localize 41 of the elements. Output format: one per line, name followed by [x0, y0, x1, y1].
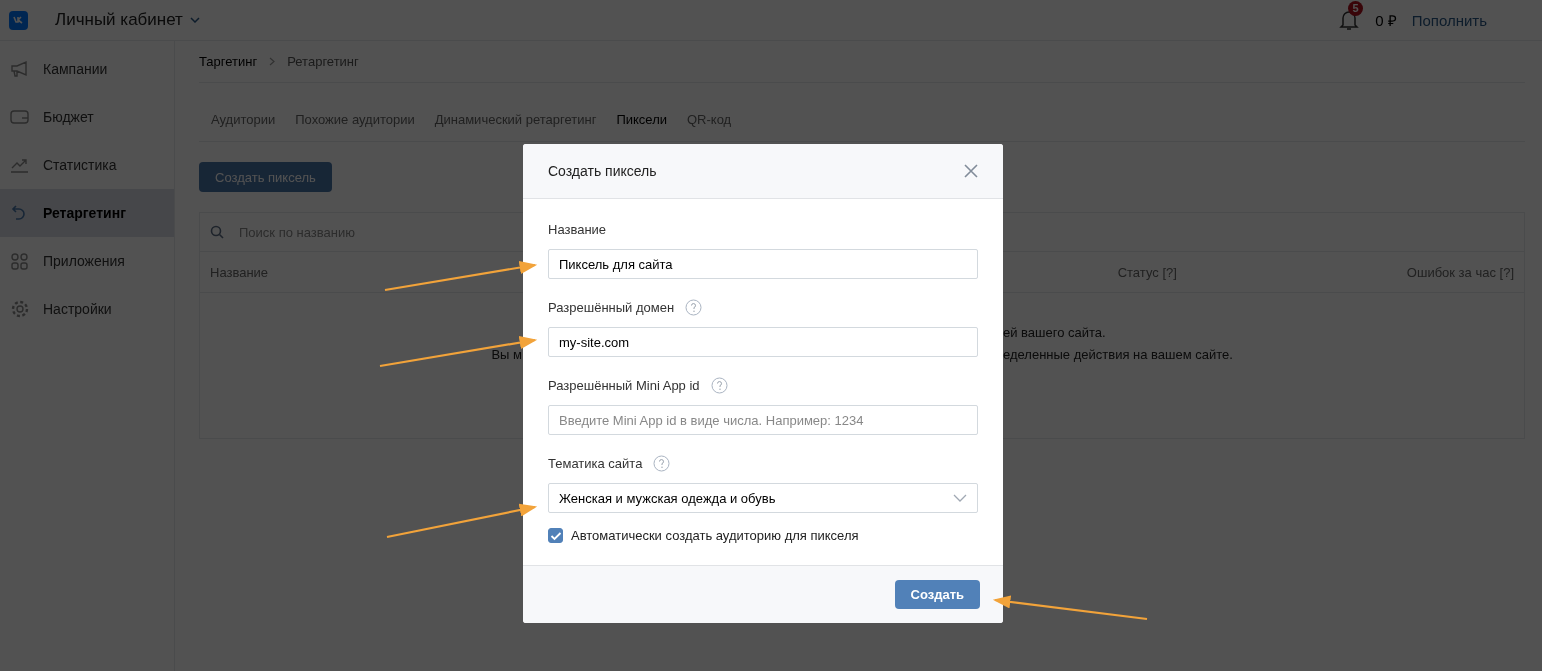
- chevron-down-icon[interactable]: [189, 17, 200, 23]
- chevron-right-icon: [269, 57, 276, 66]
- text-input-field[interactable]: Пиксель для сайта: [548, 249, 978, 279]
- sidebar-item[interactable]: Кампании: [0, 45, 174, 93]
- balance-amount: 0 ₽: [1375, 11, 1397, 30]
- wallet-icon: [10, 109, 30, 125]
- empty-state-text: Вы м: [491, 347, 522, 362]
- help-icon[interactable]: [653, 455, 671, 472]
- sidebar-item[interactable]: Бюджет: [0, 93, 174, 141]
- field-label: Название: [548, 222, 607, 237]
- sidebar-item[interactable]: Приложения: [0, 237, 174, 285]
- submit-button[interactable]: Создать: [894, 580, 980, 609]
- top-up-link[interactable]: Пополнить: [1411, 11, 1487, 29]
- field-label: Разрешённый Mini App id: [548, 378, 700, 393]
- settings-icon: [10, 299, 30, 319]
- empty-state-text: еделенные действия на вашем сайте.: [1003, 347, 1233, 362]
- sidebar-item[interactable]: Настройки: [0, 285, 174, 333]
- sidebar-item[interactable]: Ретаргетинг: [0, 189, 174, 237]
- help-icon[interactable]: [710, 377, 728, 394]
- chart-icon: [10, 157, 30, 173]
- tab[interactable]: Пиксели: [616, 112, 667, 127]
- sidebar-item[interactable]: Статистика: [0, 141, 174, 189]
- field-label: Тематика сайта: [548, 456, 643, 471]
- empty-state-text: ей вашего сайта.: [1003, 325, 1106, 340]
- dialog-title: Создать пиксель: [548, 163, 657, 179]
- notification-badge: 5: [1348, 1, 1364, 16]
- checkbox-label[interactable]: Автоматически создать аудиторию для пикселя: [571, 528, 859, 543]
- text-input-field[interactable]: my-site.com: [548, 327, 978, 357]
- text-input-field[interactable]: Введите Mini App id в виде числа. Например: 1234: [548, 405, 978, 435]
- close-icon[interactable]: [964, 164, 978, 178]
- chevron-down-icon: [953, 494, 967, 502]
- account-title[interactable]: Личный кабинет: [55, 10, 183, 30]
- dropdown-field[interactable]: Женская и мужская одежда и обувь: [548, 483, 978, 513]
- breadcrumb-link[interactable]: Таргетинг: [199, 54, 258, 69]
- apps-grid-icon: [10, 252, 30, 270]
- help-icon[interactable]: [685, 299, 703, 316]
- checkbox[interactable]: [548, 528, 563, 543]
- field-label: Разрешённый домен: [548, 300, 675, 315]
- search-icon: [210, 225, 224, 239]
- megaphone-icon: [10, 60, 30, 78]
- logo-icon[interactable]: [9, 10, 28, 30]
